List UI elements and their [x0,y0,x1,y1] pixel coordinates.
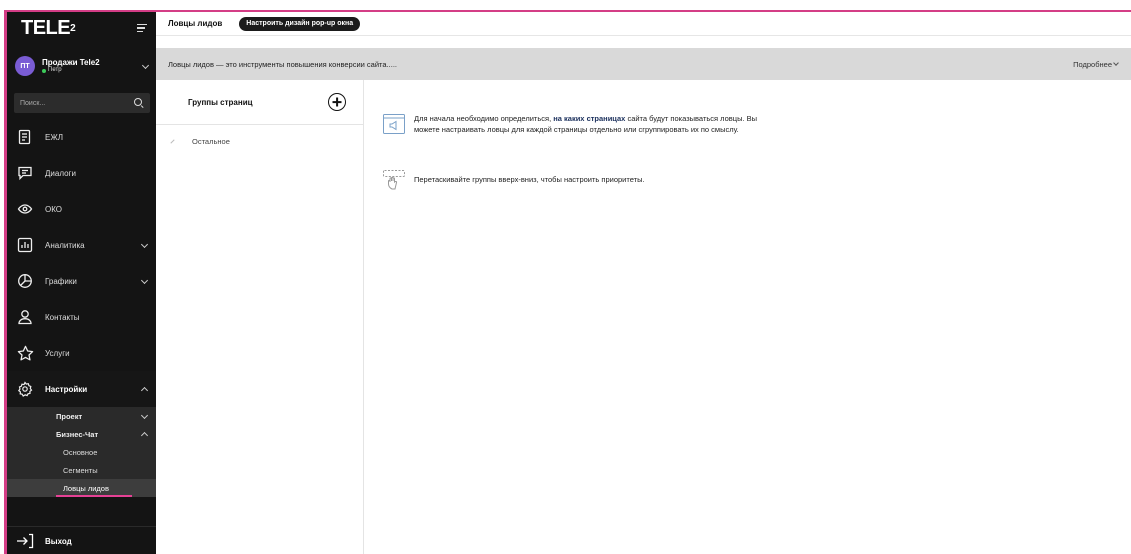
app-frame: TELE2 ПТ Продажи Tele2 Петр ЕЖЛ [4,10,1131,554]
brand-logo[interactable]: TELE2 [21,18,76,38]
sidebar-item-dialogs[interactable]: Диалоги [7,155,156,191]
hint-drag: Перетаскивайте группы вверх-вниз, чтобы … [382,169,774,191]
drag-handle-icon[interactable] [169,137,177,145]
hint-pages: Для начала необходимо определиться, на к… [382,113,774,136]
logout-icon [16,533,34,551]
top-bar: Ловцы лидов Настроить дизайн pop-up окна [156,12,1131,36]
gear-icon [16,380,34,398]
hint-drag-text: Перетаскивайте группы вверх-вниз, чтобы … [414,175,645,184]
main-content: Для начала необходимо определиться, на к… [364,80,1131,554]
search-box [14,93,150,113]
sidebar-item-charts[interactable]: Графики [7,263,156,299]
sidebar-item-services[interactable]: Услуги [7,335,156,371]
sidebar-item-contacts[interactable]: Контакты [7,299,156,335]
account-user: Петр [48,67,62,74]
drag-hand-icon [382,169,406,191]
account-switcher[interactable]: ПТ Продажи Tele2 Петр [7,44,156,88]
configure-popup-design-button[interactable]: Настроить дизайн pop-up окна [239,16,361,31]
page-groups-panel: Группы страниц Остальное [156,80,364,554]
more-link[interactable]: Подробнее [1073,60,1119,69]
eye-icon [16,200,34,218]
online-status-icon [42,68,46,73]
sidebar-subitem-basic[interactable]: Основное [7,443,156,461]
settings-section: Настройки Проект Бизнес-Чат Основное Сег… [7,371,156,497]
sidebar-subitem-business-chat[interactable]: Бизнес-Чат [7,425,156,443]
add-group-button[interactable] [328,93,346,111]
sidebar-subitem-project[interactable]: Проект [7,407,156,425]
menu-toggle-icon[interactable] [137,23,147,33]
chevron-down-icon[interactable] [142,63,149,70]
sidebar-menu: ЕЖЛ Диалоги ОКО Аналитика Графики Контак… [7,119,156,497]
bar-chart-icon [16,236,34,254]
sidebar-item-ejl[interactable]: ЕЖЛ [7,119,156,155]
star-icon [16,344,34,362]
pie-chart-icon [16,272,34,290]
chevron-down-icon [141,278,148,285]
info-banner: Ловцы лидов — это инструменты повышения … [156,48,1131,80]
sidebar-header: TELE2 [7,12,156,44]
sidebar-subitem-segments[interactable]: Сегменты [7,461,156,479]
sidebar-item-settings[interactable]: Настройки [7,371,156,407]
info-text: Ловцы лидов — это инструменты повышения … [168,59,397,69]
sidebar-subitem-lead-catchers[interactable]: Ловцы лидов [7,479,156,497]
chevron-up-icon [141,431,148,438]
user-icon [16,308,34,326]
chat-icon [16,164,34,182]
logout-button[interactable]: Выход [7,526,156,554]
journal-icon [16,128,34,146]
chevron-down-icon [1112,61,1119,68]
chevron-down-icon [141,413,148,420]
page-title: Ловцы лидов [168,19,223,28]
sidebar-item-analytics[interactable]: Аналитика [7,227,156,263]
hint-pages-text: Для начала необходимо определиться, на к… [414,114,758,135]
chevron-down-icon [141,242,148,249]
page-groups-header: Группы страниц [156,80,363,125]
list-item[interactable]: Остальное [156,125,363,157]
megaphone-window-icon [382,113,406,135]
avatar: ПТ [15,56,35,76]
search-icon[interactable] [134,98,144,108]
sidebar-item-oko[interactable]: ОКО [7,191,156,227]
chevron-up-icon [141,386,148,393]
search-input[interactable] [20,99,134,107]
sidebar: TELE2 ПТ Продажи Tele2 Петр ЕЖЛ [7,12,156,554]
page-groups-title: Группы страниц [188,97,253,107]
account-name: Продажи Tele2 [42,57,100,67]
